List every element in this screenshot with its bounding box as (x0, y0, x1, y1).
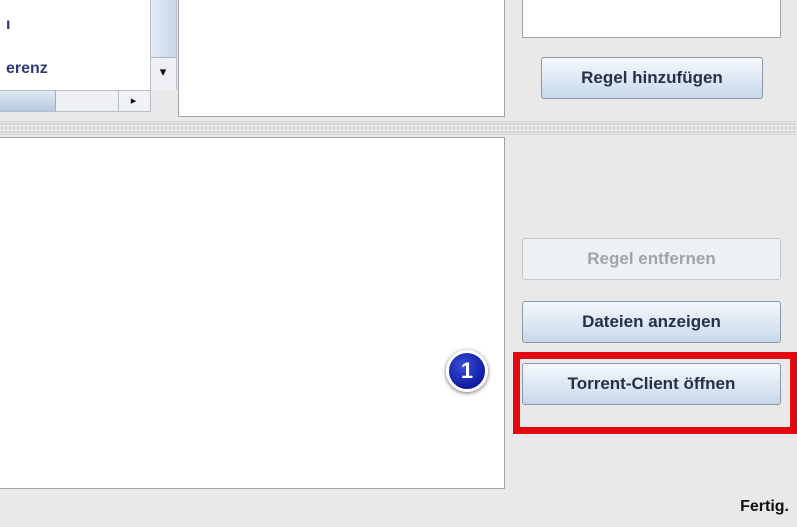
scroll-right-arrow-icon[interactable]: ▸ (118, 91, 148, 111)
scroll-down-arrow-icon[interactable]: ▾ (152, 60, 174, 84)
vertical-scroll-thumb[interactable] (151, 0, 176, 58)
status-bar-text: Fertig. (740, 498, 789, 515)
rule-input-field[interactable] (522, 0, 781, 38)
list-item[interactable]: ı (6, 16, 10, 34)
details-panel[interactable] (178, 0, 505, 117)
files-panel[interactable] (0, 137, 505, 489)
horizontal-scroll-thumb[interactable] (0, 91, 56, 111)
highlight-annotation (513, 352, 797, 434)
show-files-button[interactable]: Dateien anzeigen (522, 301, 781, 343)
scrollbar-corner (150, 90, 177, 112)
split-pane-divider[interactable] (0, 121, 797, 135)
step-number-badge: 1 (446, 350, 488, 392)
add-rule-button[interactable]: Regel hinzufügen (541, 57, 763, 99)
list-item[interactable]: erenz (6, 60, 48, 78)
remove-rule-button[interactable]: Regel entfernen (522, 238, 781, 280)
